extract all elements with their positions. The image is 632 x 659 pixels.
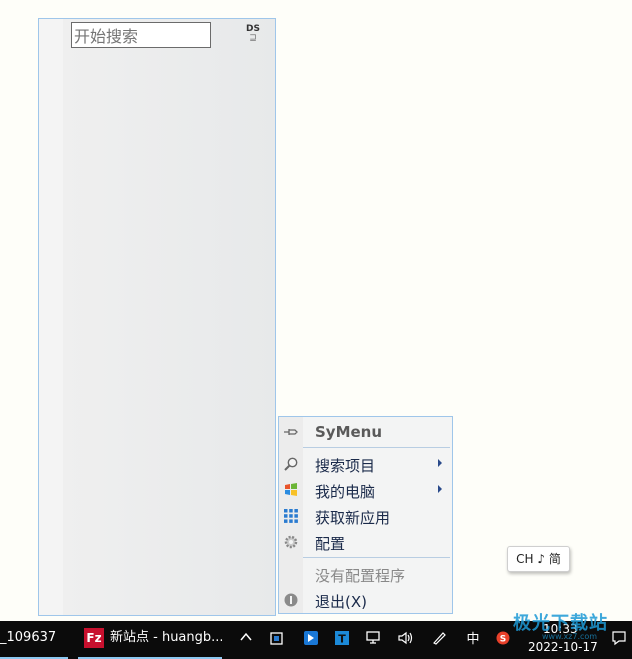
menu-title-item[interactable]: SyMenu — [279, 419, 452, 445]
filezilla-icon: Fz — [84, 628, 104, 648]
ime-tooltip: CH ♪ 简 — [507, 546, 570, 572]
grid-icon — [283, 508, 299, 524]
volume-icon[interactable] — [396, 630, 416, 652]
taskbar-item-label: 新站点 - huangb... — [110, 630, 222, 645]
menu-separator — [303, 447, 450, 448]
sogou-icon[interactable]: S — [494, 630, 512, 652]
svg-text:S: S — [500, 635, 506, 645]
pin-icon — [283, 424, 299, 440]
menu-item-label: 退出(X) — [315, 593, 367, 611]
gear-icon — [283, 534, 299, 550]
taskbar-item-filezilla[interactable]: Fz 新站点 - huangb... — [78, 621, 222, 659]
power-icon — [283, 592, 299, 608]
menu-title: SyMenu — [315, 423, 383, 441]
watermark-url: www.xz7.com — [542, 632, 598, 641]
taskbar-item-label: _109637 — [0, 630, 57, 645]
svg-text:T: T — [338, 633, 346, 646]
launcher-panel: DS ⊒ — [38, 18, 276, 616]
menu-item-exit[interactable]: 退出(X) — [279, 587, 452, 613]
menu-separator — [303, 557, 450, 558]
search-input[interactable] — [71, 22, 211, 48]
clock-date[interactable]: 2022-10-17 — [528, 640, 598, 654]
menu-item-label: 我的电脑 — [315, 483, 376, 501]
notification-icon[interactable] — [610, 630, 628, 652]
tray-app-icon[interactable] — [268, 630, 286, 652]
magnifier-icon — [283, 456, 299, 472]
windows-icon — [283, 482, 299, 498]
chevron-up-icon[interactable] — [238, 630, 254, 650]
ime-mode-indicator[interactable]: 中 — [465, 630, 481, 650]
network-icon[interactable] — [364, 630, 384, 652]
menu-item-label: 没有配置程序 — [315, 567, 406, 585]
menu-item-label: 获取新应用 — [315, 509, 391, 527]
ds-icon-sub: ⊒ — [249, 33, 257, 43]
symenu-popup: SyMenu 搜索项目 我的电脑 获取新应用 配置 没有配置程序 退出(X) — [278, 416, 453, 614]
taskbar-item-window[interactable]: _109637 — [0, 621, 68, 659]
menu-item-label: 搜索项目 — [315, 457, 376, 475]
ds-app-icon[interactable]: DS ⊒ — [242, 25, 264, 45]
menu-item-label: 配置 — [315, 535, 346, 553]
tray-t-app-icon[interactable]: T — [333, 630, 351, 652]
launcher-main-area — [63, 19, 275, 615]
menu-item-search-items[interactable]: 搜索项目 — [279, 451, 452, 477]
menu-item-my-computer[interactable]: 我的电脑 — [279, 477, 452, 503]
submenu-arrow-icon — [438, 485, 442, 493]
menu-item-config[interactable]: 配置 — [279, 529, 452, 555]
menu-item-get-new-apps[interactable]: 获取新应用 — [279, 503, 452, 529]
launcher-left-strip — [39, 19, 63, 615]
pen-icon[interactable] — [430, 630, 448, 652]
menu-item-no-programs: 没有配置程序 — [279, 561, 452, 587]
submenu-arrow-icon — [438, 459, 442, 467]
tray-blue-app-icon[interactable] — [302, 630, 320, 652]
